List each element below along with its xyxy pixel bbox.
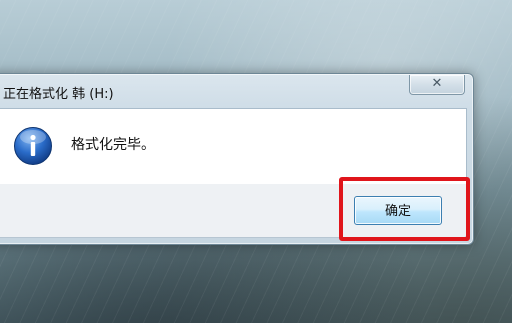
desktop: { "dialog": { "title": "正在格式化 韩 (H:)", "… [0,0,512,323]
red-highlight-box [339,177,470,241]
title-bar[interactable]: 正在格式化 韩 (H:) ✕ [0,74,473,108]
info-icon [14,127,52,165]
close-icon: ✕ [431,76,443,91]
close-button[interactable]: ✕ [409,75,465,95]
dialog-title: 正在格式化 韩 (H:) [3,87,114,102]
message-text: 格式化完毕。 [71,137,155,153]
message-area: 格式化完毕。 [0,108,467,185]
